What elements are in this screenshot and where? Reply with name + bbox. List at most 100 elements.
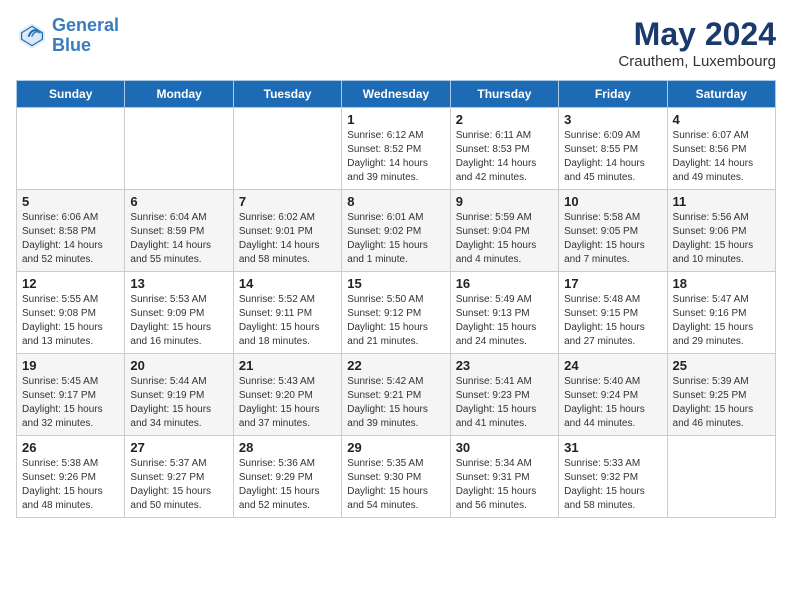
- day-info: Sunrise: 5:48 AMSunset: 9:15 PMDaylight:…: [564, 293, 661, 349]
- day-number: 26: [22, 440, 119, 455]
- day-info: Sunrise: 6:04 AMSunset: 8:59 PMDaylight:…: [130, 211, 227, 267]
- calendar-cell: 22Sunrise: 5:42 AMSunset: 9:21 PMDayligh…: [342, 354, 450, 436]
- calendar-cell: 4 Sunrise: 6:07 AMSunset: 8:56 PMDaylight…: [667, 108, 775, 190]
- day-number: 12: [22, 276, 119, 291]
- day-info: Sunrise: 5:55 AMSunset: 9:08 PMDaylight:…: [22, 293, 119, 349]
- day-info: Sunrise: 6:11 AMSunset: 8:53 PMDaylight:…: [456, 129, 553, 185]
- day-info: Sunrise: 5:43 AMSunset: 9:20 PMDaylight:…: [239, 375, 336, 431]
- calendar-cell: 8Sunrise: 6:01 AMSunset: 9:02 PMDaylight…: [342, 190, 450, 272]
- calendar-cell: 25Sunrise: 5:39 AMSunset: 9:25 PMDayligh…: [667, 354, 775, 436]
- title-block: May 2024 Crauthem, Luxembourg: [618, 16, 776, 70]
- day-info: Sunrise: 5:35 AMSunset: 9:30 PMDaylight:…: [347, 457, 444, 513]
- month-title: May 2024: [618, 16, 776, 53]
- day-number: 5: [22, 194, 119, 209]
- day-number: 10: [564, 194, 661, 209]
- day-number: 6: [130, 194, 227, 209]
- weekday-header: Monday: [125, 81, 233, 108]
- weekday-header: Sunday: [17, 81, 125, 108]
- day-info: Sunrise: 5:34 AMSunset: 9:31 PMDaylight:…: [456, 457, 553, 513]
- day-number: 25: [673, 358, 770, 373]
- day-number: 13: [130, 276, 227, 291]
- calendar-cell: 16 Sunrise: 5:49 AMSunset: 9:13 PMDayligh…: [450, 272, 558, 354]
- calendar-cell: 2 Sunrise: 6:11 AMSunset: 8:53 PMDaylight…: [450, 108, 558, 190]
- day-number: 18: [673, 276, 770, 291]
- calendar-cell: 13Sunrise: 5:53 AMSunset: 9:09 PMDayligh…: [125, 272, 233, 354]
- day-info: Sunrise: 6:07 AMSunset: 8:56 PMDaylight:…: [673, 129, 770, 185]
- day-number: 1: [347, 112, 444, 127]
- day-number: 21: [239, 358, 336, 373]
- day-info: Sunrise: 6:02 AMSunset: 9:01 PMDaylight:…: [239, 211, 336, 267]
- weekday-header: Wednesday: [342, 81, 450, 108]
- calendar-cell: 29 Sunrise: 5:35 AMSunset: 9:30 PMDayligh…: [342, 436, 450, 518]
- weekday-header: Saturday: [667, 81, 775, 108]
- calendar-table: SundayMondayTuesdayWednesdayThursdayFrid…: [16, 80, 776, 518]
- calendar-cell: 20Sunrise: 5:44 AMSunset: 9:19 PMDayligh…: [125, 354, 233, 436]
- calendar-cell: [125, 108, 233, 190]
- day-info: Sunrise: 6:09 AMSunset: 8:55 PMDaylight:…: [564, 129, 661, 185]
- calendar-cell: 3 Sunrise: 6:09 AMSunset: 8:55 PMDaylight…: [559, 108, 667, 190]
- calendar-cell: 26 Sunrise: 5:38 AMSunset: 9:26 PMDayligh…: [17, 436, 125, 518]
- calendar-cell: 11Sunrise: 5:56 AMSunset: 9:06 PMDayligh…: [667, 190, 775, 272]
- calendar-cell: 19 Sunrise: 5:45 AMSunset: 9:17 PMDayligh…: [17, 354, 125, 436]
- calendar-cell: 17Sunrise: 5:48 AMSunset: 9:15 PMDayligh…: [559, 272, 667, 354]
- calendar-cell: 15 Sunrise: 5:50 AMSunset: 9:12 PMDayligh…: [342, 272, 450, 354]
- day-info: Sunrise: 5:52 AMSunset: 9:11 PMDaylight:…: [239, 293, 336, 349]
- day-info: Sunrise: 5:56 AMSunset: 9:06 PMDaylight:…: [673, 211, 770, 267]
- calendar-cell: 5 Sunrise: 6:06 AMSunset: 8:58 PMDaylight…: [17, 190, 125, 272]
- day-info: Sunrise: 5:44 AMSunset: 9:19 PMDaylight:…: [130, 375, 227, 431]
- day-info: Sunrise: 6:01 AMSunset: 9:02 PMDaylight:…: [347, 211, 444, 267]
- calendar-week-row: 12 Sunrise: 5:55 AMSunset: 9:08 PMDayligh…: [17, 272, 776, 354]
- location-subtitle: Crauthem, Luxembourg: [618, 53, 776, 70]
- calendar-cell: 12 Sunrise: 5:55 AMSunset: 9:08 PMDayligh…: [17, 272, 125, 354]
- logo-text: General Blue: [52, 16, 119, 56]
- day-info: Sunrise: 5:59 AMSunset: 9:04 PMDaylight:…: [456, 211, 553, 267]
- logo-icon: [16, 20, 48, 52]
- calendar-cell: 14 Sunrise: 5:52 AMSunset: 9:11 PMDayligh…: [233, 272, 341, 354]
- weekday-header: Tuesday: [233, 81, 341, 108]
- day-number: 16: [456, 276, 553, 291]
- day-number: 31: [564, 440, 661, 455]
- calendar-cell: [667, 436, 775, 518]
- calendar-cell: 21 Sunrise: 5:43 AMSunset: 9:20 PMDayligh…: [233, 354, 341, 436]
- day-info: Sunrise: 5:33 AMSunset: 9:32 PMDaylight:…: [564, 457, 661, 513]
- day-number: 27: [130, 440, 227, 455]
- day-info: Sunrise: 6:06 AMSunset: 8:58 PMDaylight:…: [22, 211, 119, 267]
- calendar-cell: 23Sunrise: 5:41 AMSunset: 9:23 PMDayligh…: [450, 354, 558, 436]
- day-info: Sunrise: 5:42 AMSunset: 9:21 PMDaylight:…: [347, 375, 444, 431]
- calendar-cell: 6 Sunrise: 6:04 AMSunset: 8:59 PMDaylight…: [125, 190, 233, 272]
- day-number: 23: [456, 358, 553, 373]
- calendar-week-row: 26 Sunrise: 5:38 AMSunset: 9:26 PMDayligh…: [17, 436, 776, 518]
- day-number: 14: [239, 276, 336, 291]
- calendar-cell: 30 Sunrise: 5:34 AMSunset: 9:31 PMDayligh…: [450, 436, 558, 518]
- calendar-cell: [233, 108, 341, 190]
- day-number: 15: [347, 276, 444, 291]
- calendar-cell: 9 Sunrise: 5:59 AMSunset: 9:04 PMDaylight…: [450, 190, 558, 272]
- calendar-cell: 10 Sunrise: 5:58 AMSunset: 9:05 PMDayligh…: [559, 190, 667, 272]
- day-info: Sunrise: 5:38 AMSunset: 9:26 PMDaylight:…: [22, 457, 119, 513]
- day-number: 3: [564, 112, 661, 127]
- day-number: 2: [456, 112, 553, 127]
- weekday-header: Friday: [559, 81, 667, 108]
- weekday-header: Thursday: [450, 81, 558, 108]
- day-number: 9: [456, 194, 553, 209]
- day-number: 19: [22, 358, 119, 373]
- page-header: General Blue May 2024 Crauthem, Luxembou…: [16, 16, 776, 70]
- day-info: Sunrise: 5:50 AMSunset: 9:12 PMDaylight:…: [347, 293, 444, 349]
- calendar-week-row: 5 Sunrise: 6:06 AMSunset: 8:58 PMDaylight…: [17, 190, 776, 272]
- day-number: 29: [347, 440, 444, 455]
- calendar-cell: 7 Sunrise: 6:02 AMSunset: 9:01 PMDaylight…: [233, 190, 341, 272]
- day-number: 7: [239, 194, 336, 209]
- weekday-header-row: SundayMondayTuesdayWednesdayThursdayFrid…: [17, 81, 776, 108]
- day-number: 4: [673, 112, 770, 127]
- calendar-cell: 28Sunrise: 5:36 AMSunset: 9:29 PMDayligh…: [233, 436, 341, 518]
- day-info: Sunrise: 5:40 AMSunset: 9:24 PMDaylight:…: [564, 375, 661, 431]
- calendar-cell: 24Sunrise: 5:40 AMSunset: 9:24 PMDayligh…: [559, 354, 667, 436]
- day-info: Sunrise: 5:37 AMSunset: 9:27 PMDaylight:…: [130, 457, 227, 513]
- day-number: 30: [456, 440, 553, 455]
- calendar-cell: 31 Sunrise: 5:33 AMSunset: 9:32 PMDayligh…: [559, 436, 667, 518]
- logo-line1: General: [52, 15, 119, 35]
- calendar-cell: 18Sunrise: 5:47 AMSunset: 9:16 PMDayligh…: [667, 272, 775, 354]
- day-info: Sunrise: 5:49 AMSunset: 9:13 PMDaylight:…: [456, 293, 553, 349]
- day-info: Sunrise: 5:45 AMSunset: 9:17 PMDaylight:…: [22, 375, 119, 431]
- day-info: Sunrise: 5:58 AMSunset: 9:05 PMDaylight:…: [564, 211, 661, 267]
